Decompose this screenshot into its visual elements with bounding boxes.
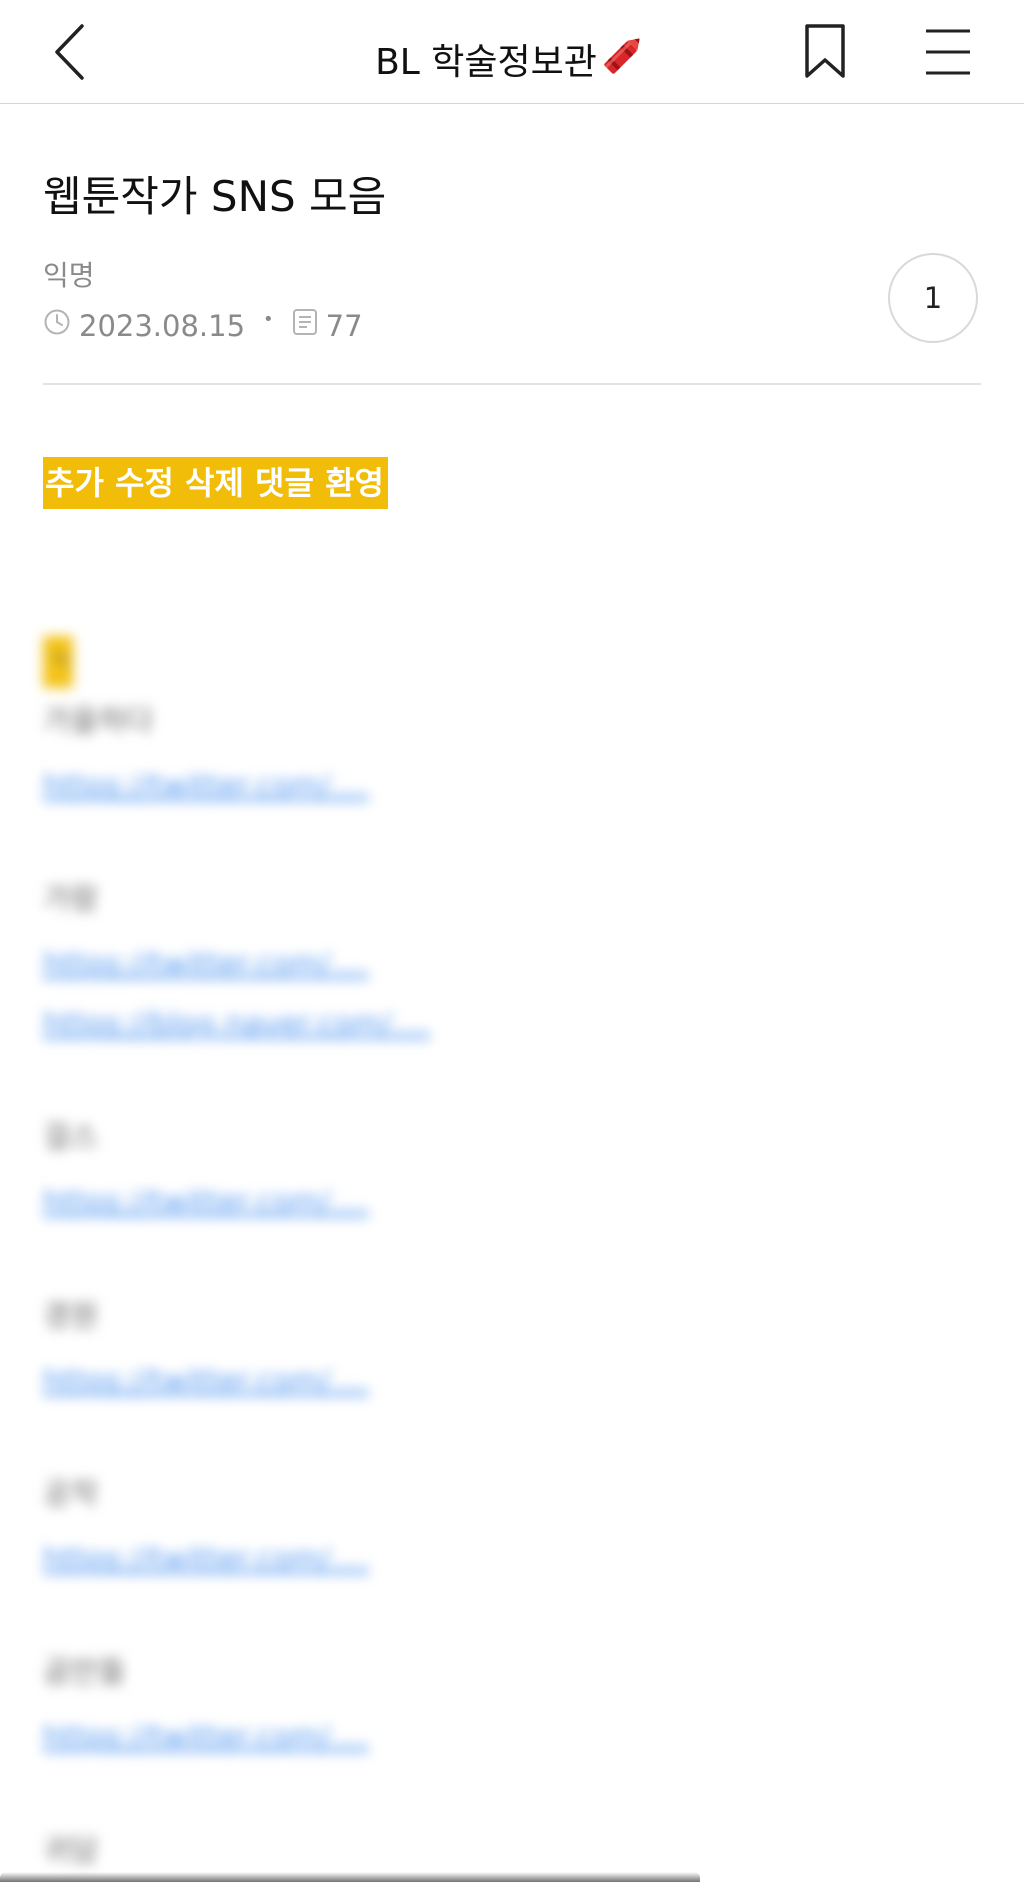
- meta-separator: •: [263, 309, 274, 330]
- artist-name: 곰만들: [43, 1655, 126, 1690]
- artist-sns-link[interactable]: https://twitter.com/....: [43, 945, 369, 985]
- comment-count-button[interactable]: 1: [888, 253, 978, 343]
- view-count-icon: [292, 306, 318, 346]
- artist-name: 경원: [43, 1299, 99, 1334]
- artist-name: 귀담: [43, 1834, 99, 1869]
- bookmark-icon: [805, 24, 845, 78]
- post-date: 2023.08.15: [79, 309, 246, 343]
- menu-button[interactable]: [922, 24, 974, 80]
- artist-name: 가을하다: [43, 704, 154, 739]
- artist-name: 공작: [43, 1477, 99, 1512]
- crayon-icon: [599, 28, 649, 92]
- artist-sns-link[interactable]: https://blog.naver.com/....: [43, 1005, 430, 1045]
- board-title-text: BL 학술정보관: [375, 42, 597, 83]
- home-indicator-shadow: [0, 1872, 700, 1882]
- artist-sns-link[interactable]: https://twitter.com/....: [43, 1718, 369, 1758]
- bookmark-button[interactable]: [800, 22, 850, 82]
- notice-highlight: 추가 수정 삭제 댓글 환영: [43, 457, 388, 509]
- artist-name: 걸스: [43, 1120, 99, 1155]
- artist-sns-link[interactable]: https://twitter.com/....: [43, 1540, 369, 1580]
- artist-sns-link[interactable]: https://twitter.com/....: [43, 1362, 369, 1402]
- post-meta: 2023.08.15 • 77: [43, 306, 363, 346]
- artist-name: 가람: [43, 882, 99, 917]
- post-author: 익명: [43, 259, 95, 292]
- post-title: 웹툰작가 SNS 모음: [43, 172, 387, 221]
- section-initial: ㄱ: [43, 636, 73, 688]
- hamburger-menu-icon: [926, 29, 970, 75]
- clock-icon: [43, 306, 71, 346]
- header-divider: [43, 383, 981, 385]
- artist-sns-link[interactable]: https://twitter.com/....: [43, 767, 369, 807]
- post-view-count: 77: [325, 309, 363, 343]
- app-header: BL 학술정보관: [0, 0, 1024, 104]
- artist-sns-link[interactable]: https://twitter.com/....: [43, 1183, 369, 1223]
- board-title: BL 학술정보관: [0, 28, 1024, 92]
